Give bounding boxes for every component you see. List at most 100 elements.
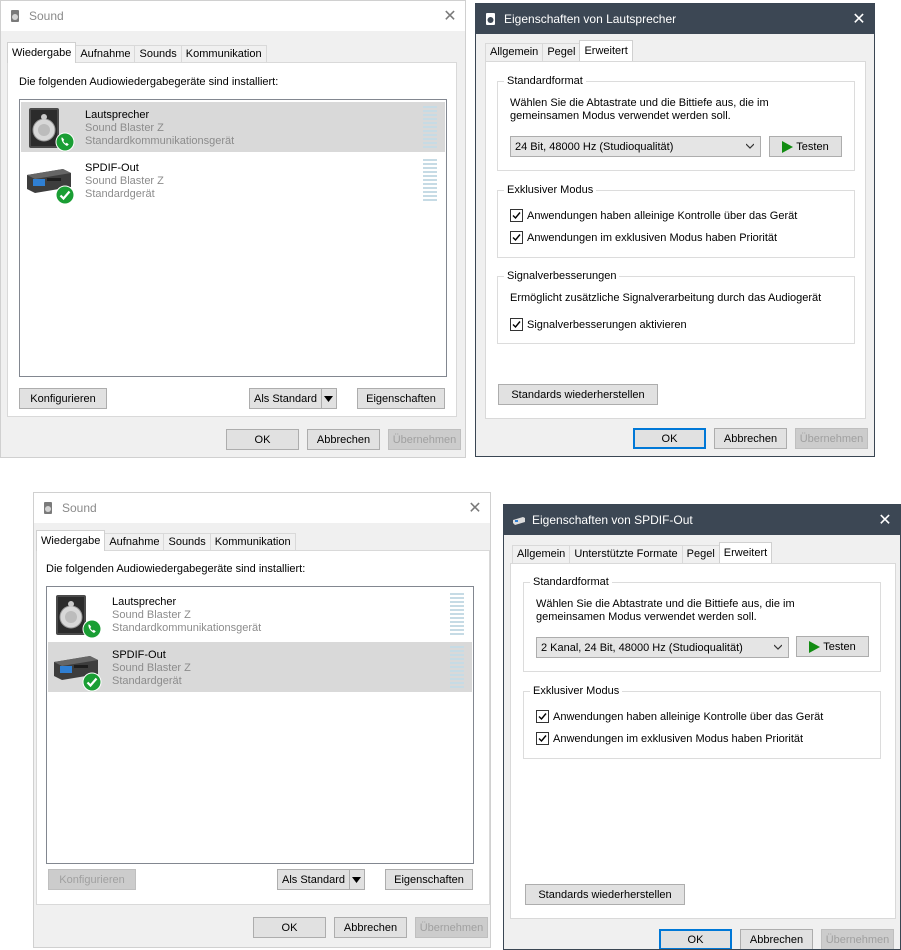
- device-name: SPDIF-Out: [85, 162, 139, 174]
- devices-intro: Die folgenden Audiowiedergabegeräte sind…: [19, 76, 279, 88]
- device-status: Standardkommunikationsgerät: [85, 135, 235, 147]
- set-default-label[interactable]: Als Standard: [278, 870, 350, 889]
- test-button[interactable]: Testen: [796, 636, 869, 657]
- sound-app-icon: [42, 501, 56, 515]
- ok-button[interactable]: OK: [253, 917, 326, 938]
- device-driver: Sound Blaster Z: [112, 662, 191, 674]
- device-name: SPDIF-Out: [112, 649, 166, 661]
- tab-wiedergabe[interactable]: Wiedergabe: [7, 42, 77, 63]
- enhancements-checkbox[interactable]: Signalverbesserungen aktivieren: [510, 318, 687, 331]
- format-value: 2 Kanal, 24 Bit, 48000 Hz (Studioqualitä…: [541, 641, 743, 654]
- checkmark-badge-icon: [55, 185, 75, 205]
- tab-wiedergabe[interactable]: Wiedergabe: [36, 530, 106, 551]
- tab-erweitert[interactable]: Erweitert: [579, 40, 633, 61]
- tab-aufnahme[interactable]: Aufnahme: [104, 533, 165, 551]
- device-name: Lautsprecher: [112, 596, 177, 608]
- device-list[interactable]: Lautsprecher Sound Blaster Z Standardkom…: [19, 99, 447, 377]
- format-select[interactable]: 2 Kanal, 24 Bit, 48000 Hz (Studioqualitä…: [536, 637, 789, 658]
- set-default-label[interactable]: Als Standard: [250, 389, 322, 408]
- checkbox-checked-icon[interactable]: [536, 732, 549, 745]
- apply-button[interactable]: Übernehmen: [388, 429, 461, 450]
- cancel-button[interactable]: Abbrechen: [307, 429, 380, 450]
- group-title: Standardformat: [530, 576, 612, 588]
- tab-strip: Allgemein Pegel Erweitert: [485, 40, 633, 61]
- tab-aufnahme[interactable]: Aufnahme: [75, 45, 136, 63]
- set-default-button[interactable]: Als Standard: [249, 388, 337, 409]
- tab-allgemein[interactable]: Allgemein: [512, 545, 571, 563]
- close-icon[interactable]: ✕: [460, 493, 490, 523]
- format-select[interactable]: 24 Bit, 48000 Hz (Studioqualität): [510, 136, 761, 157]
- tab-pegel[interactable]: Pegel: [681, 545, 720, 563]
- apply-button[interactable]: Übernehmen: [795, 428, 868, 449]
- apply-button[interactable]: Übernehmen: [821, 929, 894, 949]
- level-meter: [423, 106, 437, 148]
- phone-badge-icon: [82, 619, 102, 639]
- group-title: Signalverbesserungen: [504, 270, 620, 282]
- checkbox-label: Anwendungen im exklusiven Modus haben Pr…: [553, 732, 804, 745]
- restore-defaults-button[interactable]: Standards wiederherstellen: [498, 384, 658, 405]
- default-format-group: [523, 582, 881, 672]
- cancel-button[interactable]: Abbrechen: [714, 428, 787, 449]
- tab-strip: Wiedergabe Aufnahme Sounds Kommunikation: [7, 42, 267, 63]
- format-value: 24 Bit, 48000 Hz (Studioqualität): [515, 140, 674, 153]
- tab-strip: Allgemein Unterstützte Formate Pegel Erw…: [512, 542, 773, 563]
- configure-button[interactable]: Konfigurieren: [19, 388, 107, 409]
- close-icon[interactable]: ✕: [870, 505, 900, 535]
- cancel-button[interactable]: Abbrechen: [334, 917, 407, 938]
- device-status: Standardgerät: [112, 675, 182, 687]
- restore-defaults-button[interactable]: Standards wiederherstellen: [525, 884, 685, 905]
- tab-unterstuetzte-formate[interactable]: Unterstützte Formate: [569, 545, 683, 563]
- ok-button[interactable]: OK: [633, 428, 706, 449]
- checkbox-checked-icon[interactable]: [510, 231, 523, 244]
- playback-panel: Die folgenden Audiowiedergabegeräte sind…: [7, 62, 457, 417]
- advanced-panel: Standardformat Wählen Sie die Abtastrate…: [510, 563, 896, 919]
- checkmark-badge-icon: [82, 672, 102, 692]
- tab-erweitert[interactable]: Erweitert: [718, 542, 773, 563]
- device-status: Standardkommunikationsgerät: [112, 622, 262, 634]
- enhancements-group: [497, 276, 855, 344]
- exclusive-control-checkbox[interactable]: Anwendungen haben alleinige Kontrolle üb…: [510, 209, 797, 222]
- list-item-lautsprecher[interactable]: Lautsprecher Sound Blaster Z Standardkom…: [48, 589, 472, 639]
- configure-button[interactable]: Konfigurieren: [48, 869, 136, 890]
- sound-titlebar: Sound ✕: [1, 1, 465, 31]
- tab-sounds[interactable]: Sounds: [163, 533, 211, 551]
- device-driver: Sound Blaster Z: [112, 609, 191, 621]
- apply-button[interactable]: Übernehmen: [415, 917, 488, 938]
- tab-allgemein[interactable]: Allgemein: [485, 43, 544, 61]
- enhancements-desc: Ermöglicht zusätzliche Signalverarbeitun…: [510, 292, 822, 304]
- list-item-lautsprecher[interactable]: Lautsprecher Sound Blaster Z Standardkom…: [21, 102, 445, 152]
- list-item-spdif-out[interactable]: SPDIF-Out Sound Blaster Z Standardgerät: [48, 642, 472, 692]
- chevron-down-icon[interactable]: [322, 389, 336, 408]
- exclusive-control-checkbox[interactable]: Anwendungen haben alleinige Kontrolle üb…: [536, 710, 823, 723]
- tab-kommunikation[interactable]: Kommunikation: [209, 533, 296, 551]
- checkbox-checked-icon[interactable]: [510, 318, 523, 331]
- tab-sounds[interactable]: Sounds: [134, 45, 182, 63]
- tab-pegel[interactable]: Pegel: [542, 43, 581, 61]
- ok-button[interactable]: OK: [226, 429, 299, 450]
- checkbox-checked-icon[interactable]: [510, 209, 523, 222]
- chevron-down-icon[interactable]: [350, 870, 364, 889]
- level-meter: [423, 159, 437, 201]
- exclusive-priority-checkbox[interactable]: Anwendungen im exklusiven Modus haben Pr…: [536, 732, 803, 745]
- format-desc-line2: gemeinsamen Modus verwendet werden soll.: [536, 611, 757, 623]
- properties-titlebar: Eigenschaften von Lautsprecher ✕: [476, 4, 874, 34]
- device-list[interactable]: Lautsprecher Sound Blaster Z Standardkom…: [46, 586, 474, 864]
- level-meter: [450, 593, 464, 635]
- properties-button[interactable]: Eigenschaften: [357, 388, 445, 409]
- close-icon[interactable]: ✕: [435, 1, 465, 31]
- exclusive-mode-group: [523, 691, 881, 759]
- set-default-button[interactable]: Als Standard: [277, 869, 365, 890]
- close-icon[interactable]: ✕: [844, 4, 874, 34]
- cancel-button[interactable]: Abbrechen: [740, 929, 813, 949]
- default-format-group: [497, 81, 855, 171]
- checkbox-checked-icon[interactable]: [536, 710, 549, 723]
- exclusive-priority-checkbox[interactable]: Anwendungen im exklusiven Modus haben Pr…: [510, 231, 777, 244]
- tab-kommunikation[interactable]: Kommunikation: [180, 45, 267, 63]
- list-item-spdif-out[interactable]: SPDIF-Out Sound Blaster Z Standardgerät: [21, 155, 445, 205]
- properties-button[interactable]: Eigenschaften: [385, 869, 473, 890]
- test-button[interactable]: Testen: [769, 136, 842, 157]
- device-name: Lautsprecher: [85, 109, 150, 121]
- device-status: Standardgerät: [85, 188, 155, 200]
- group-title: Standardformat: [504, 75, 586, 87]
- ok-button[interactable]: OK: [659, 929, 732, 949]
